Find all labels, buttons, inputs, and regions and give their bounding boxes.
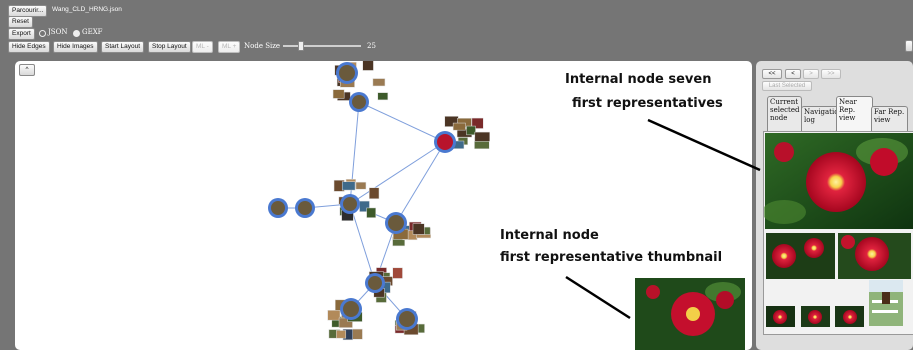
- graph-node[interactable]: [268, 198, 288, 218]
- rep-image-4[interactable]: [766, 306, 795, 327]
- gexf-radio[interactable]: [73, 30, 80, 37]
- nav-last-button[interactable]: >>: [821, 69, 841, 79]
- near-rep-view-content: [762, 131, 913, 335]
- rep-image-6[interactable]: [835, 306, 864, 327]
- graph-node[interactable]: [336, 62, 358, 84]
- graph-node[interactable]: [340, 298, 362, 320]
- graph-thumbnail[interactable]: [412, 223, 425, 235]
- node-size-slider-handle[interactable]: [298, 41, 304, 51]
- graph-node[interactable]: [434, 131, 456, 153]
- graph-edge: [358, 101, 446, 143]
- graph-edge: [395, 141, 446, 224]
- graph-thumbnail[interactable]: [392, 267, 403, 279]
- graph-node[interactable]: [385, 212, 407, 234]
- stop-layout-button[interactable]: Stop Layout: [148, 41, 191, 53]
- rep-image-2[interactable]: [766, 233, 835, 279]
- graph-thumbnail[interactable]: [351, 328, 363, 340]
- graph-thumbnail[interactable]: [336, 330, 347, 339]
- right-edge-button[interactable]: [905, 40, 913, 52]
- graph-thumbnail[interactable]: [366, 207, 376, 218]
- graph-thumbnail[interactable]: [474, 131, 491, 142]
- graph-node[interactable]: [396, 308, 418, 330]
- annotation-node-seven-line1: Internal node seven: [565, 72, 712, 87]
- graph-thumbnail[interactable]: [341, 181, 356, 191]
- graph-thumbnail[interactable]: [332, 89, 345, 99]
- nav-next-button[interactable]: >: [803, 69, 819, 79]
- graph-thumbnail[interactable]: [355, 181, 367, 190]
- gexf-label: GEXF: [82, 28, 103, 36]
- graph-thumbnail[interactable]: [327, 310, 341, 321]
- tab-navigation-log[interactable]: Navigation log: [801, 106, 843, 132]
- ml-minus-button[interactable]: ML -: [192, 41, 213, 53]
- tab-current-selected-node[interactable]: Current selected node: [767, 96, 802, 132]
- tab-near-rep-view[interactable]: Near Rep. view: [836, 96, 873, 134]
- node-size-slider-track[interactable]: [283, 45, 361, 47]
- json-radio[interactable]: [39, 30, 46, 37]
- tab-far-rep-view[interactable]: Far Rep. view: [871, 106, 908, 132]
- graph-node[interactable]: [295, 198, 315, 218]
- file-name-label: Wang_CLD_HRNG.json: [52, 6, 122, 13]
- graph-edge: [349, 141, 446, 205]
- hide-images-button[interactable]: Hide Images: [53, 41, 98, 53]
- graph-thumbnail[interactable]: [466, 125, 476, 136]
- last-selected-button[interactable]: Last Selected: [762, 81, 812, 91]
- rep-image-3[interactable]: [838, 233, 911, 279]
- graph-node[interactable]: [340, 194, 360, 214]
- reset-button[interactable]: Reset: [8, 16, 33, 28]
- node-size-label: Node Size: [244, 42, 281, 50]
- graph-node[interactable]: [349, 92, 369, 112]
- nav-prev-button[interactable]: <: [785, 69, 801, 79]
- annotation-thumb-line2: first representative thumbnail: [500, 250, 723, 265]
- ml-plus-button[interactable]: ML +: [218, 41, 241, 53]
- graph-thumbnail[interactable]: [452, 122, 466, 131]
- export-button[interactable]: Export: [8, 28, 35, 40]
- graph-thumbnail[interactable]: [377, 92, 389, 101]
- node-size-value: 25: [367, 42, 376, 50]
- annotation-node-seven-line2: first representatives: [572, 96, 723, 111]
- hide-edges-button[interactable]: Hide Edges: [8, 41, 50, 53]
- graph-node[interactable]: [365, 273, 385, 293]
- nav-first-button[interactable]: <<: [762, 69, 782, 79]
- json-label: JSON: [48, 28, 68, 36]
- graph-thumbnail[interactable]: [368, 187, 380, 199]
- rep-image-5[interactable]: [801, 306, 830, 327]
- graph-thumbnail[interactable]: [362, 61, 374, 71]
- start-layout-button[interactable]: Start Layout: [101, 41, 145, 53]
- first-rep-thumbnail[interactable]: [635, 278, 745, 350]
- annotation-thumb-line1: Internal node: [500, 228, 599, 243]
- rep-image-main[interactable]: [762, 133, 913, 229]
- graph-thumbnail[interactable]: [372, 78, 386, 87]
- rep-image-7[interactable]: [869, 280, 903, 326]
